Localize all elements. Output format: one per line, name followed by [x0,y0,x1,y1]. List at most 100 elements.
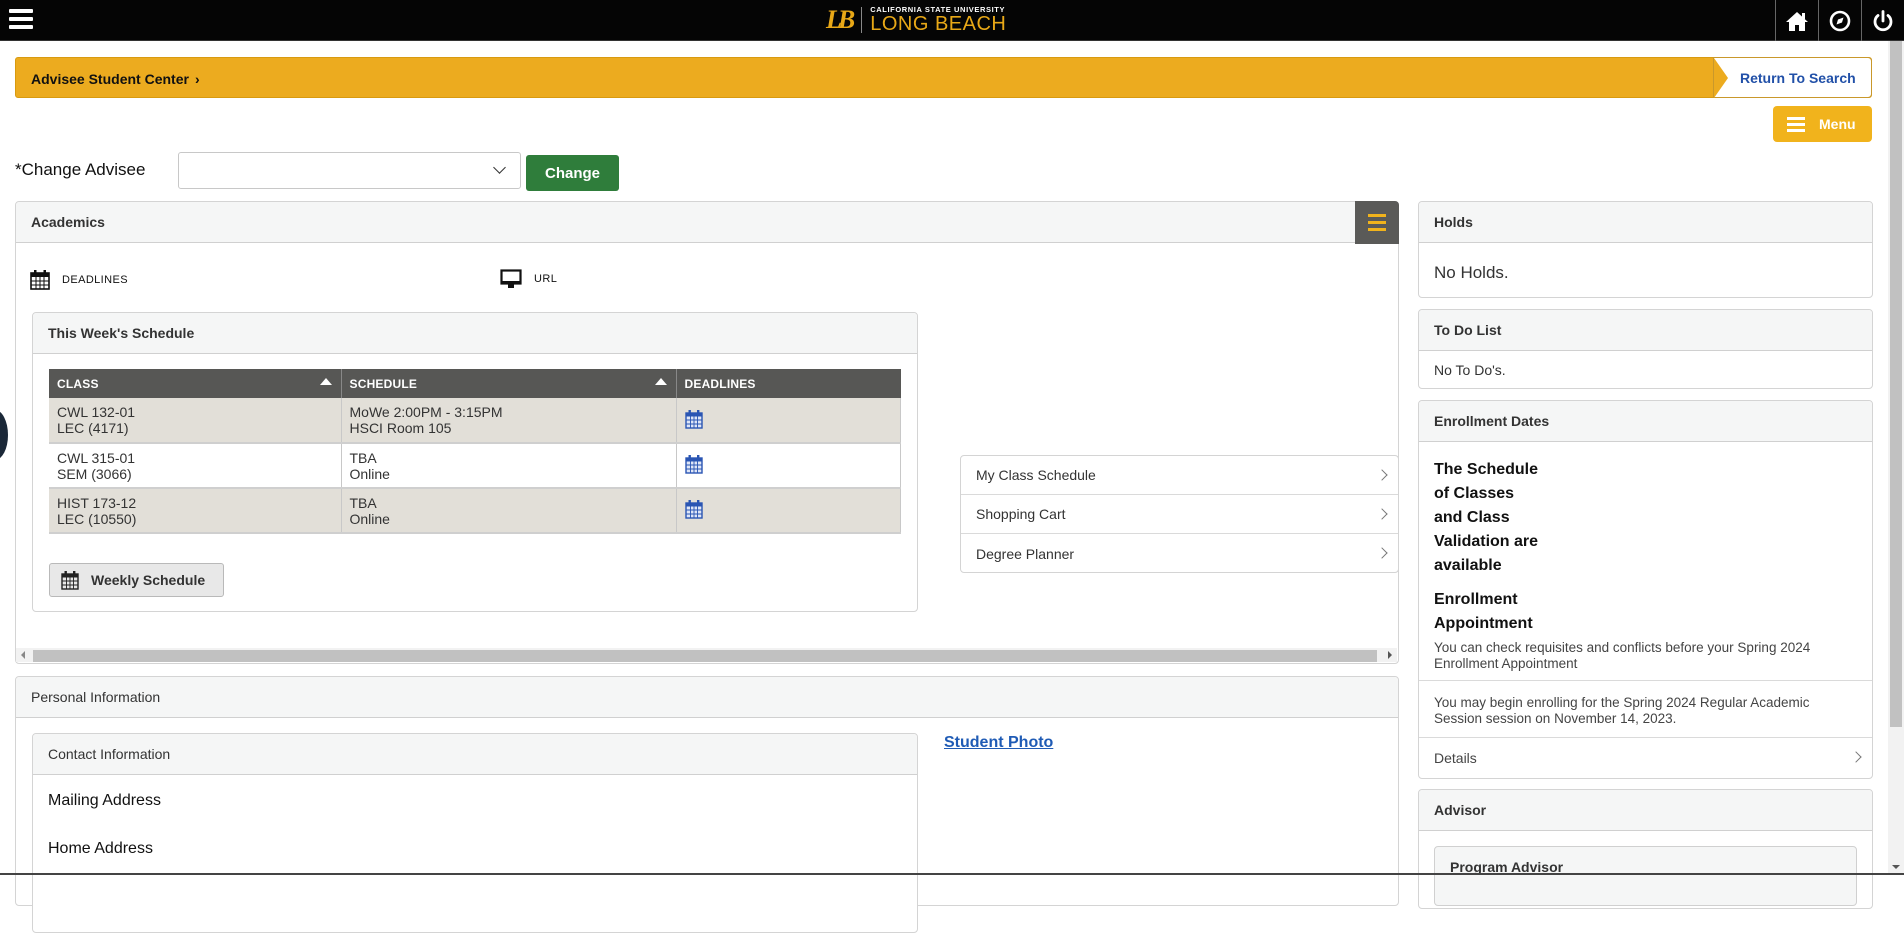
this-weeks-schedule-panel: This Week's Schedule CLASS SCHEDULE DEAD… [32,312,918,612]
enrollment-appointment-heading: Enrollment Appointment [1434,591,1533,632]
student-photo-link[interactable]: Student Photo [944,734,1053,752]
contact-information-panel: Contact Information Mailing Address Home… [32,733,918,933]
academics-quick-links: My Class Schedule Shopping Cart Degree P… [960,455,1399,573]
logo-monogram: LB [826,5,855,34]
change-button[interactable]: Change [526,155,619,191]
contact-information-title: Contact Information [33,734,917,775]
details-label: Details [1434,749,1477,766]
academics-horizontal-scrollbar[interactable] [16,648,1397,662]
calendar-icon[interactable] [684,454,703,474]
chevron-right-icon [1850,751,1862,763]
power-icon [1873,9,1893,31]
academics-panel: Academics DEADLINES URL This Week's Sche… [15,201,1399,664]
enrollment-details-link[interactable]: Details [1419,738,1872,777]
calendar-icon[interactable] [684,409,703,429]
side-panel-toggle[interactable] [0,410,8,460]
top-navigation-bar: LB CALIFORNIA STATE UNIVERSITY LONG BEAC… [0,0,1904,41]
url-link-label: URL [534,273,558,285]
chevron-down-icon [493,161,506,174]
deadlines-cell [676,443,901,489]
scroll-right-arrow-icon[interactable] [1388,651,1392,659]
personal-information-title: Personal Information [16,677,1398,718]
chevron-right-icon: › [194,71,200,87]
deadlines-cell [676,488,901,534]
home-address-label: Home Address [48,840,153,857]
to-do-list-panel: To Do List No To Do's. [1418,309,1873,389]
home-button[interactable] [1775,0,1818,41]
sort-ascending-icon [319,378,332,385]
column-header-class[interactable]: CLASS [49,369,342,398]
logo-divider [861,7,863,33]
breadcrumb-label: Advisee Student Center [31,71,189,87]
logo-campus-line: LONG BEACH [870,13,1007,36]
deadlines-cell [676,398,901,444]
program-advisor-panel: Program Advisor [1434,846,1857,906]
navigator-button[interactable] [1818,0,1861,41]
scroll-left-arrow-icon[interactable] [21,651,25,659]
table-row: CWL 315-01 SEM (3066) TBA Online [49,443,901,489]
schedule-cell: MoWe 2:00PM - 3:15PM HSCI Room 105 [341,398,677,444]
enrollment-dates-title: Enrollment Dates [1419,401,1872,442]
schedule-availability-notice: The Schedule of Classes and Class Valida… [1434,461,1539,574]
sort-ascending-icon [654,378,667,385]
holds-text: No Holds. [1434,263,1509,282]
chevron-right-icon [1376,508,1388,520]
menu-lines-icon [1787,114,1805,135]
calendar-icon [61,571,79,590]
url-link[interactable]: URL [500,269,557,289]
page-vertical-scrollbar[interactable] [1888,41,1904,875]
advisor-title: Advisor [1419,790,1872,831]
quick-link-my-class-schedule[interactable]: My Class Schedule [961,456,1398,495]
personal-information-panel: Personal Information Contact Information… [15,676,1399,933]
academics-menu-button[interactable] [1355,201,1399,244]
menu-button[interactable]: Menu [1773,106,1872,142]
column-header-deadlines: DEADLINES [676,369,901,398]
table-row: HIST 173-12 LEC (10550) TBA Online [49,488,901,534]
university-logo[interactable]: LB CALIFORNIA STATE UNIVERSITY LONG BEAC… [826,5,1006,35]
chevron-right-icon [1376,547,1388,559]
class-cell: CWL 315-01 SEM (3066) [49,443,342,489]
return-arrow-shape [1714,58,1728,98]
holds-title: Holds [1419,202,1872,243]
to-do-list-text: No To Do's. [1434,362,1506,378]
chevron-right-icon [1376,469,1388,481]
table-row: CWL 132-01 LEC (4171) MoWe 2:00PM - 3:15P… [49,398,901,444]
change-advisee-label: *Change Advisee [15,160,146,179]
academics-title: Academics [16,202,1398,243]
deadlines-link[interactable]: DEADLINES [30,269,128,290]
return-to-search-button[interactable]: Return To Search [1713,57,1872,98]
calendar-icon[interactable] [684,499,703,519]
holds-panel: Holds No Holds. [1418,201,1873,298]
breadcrumb-advisee-student-center[interactable]: Advisee Student Center › [31,71,200,87]
schedule-table: CLASS SCHEDULE DEADLINES CWL 132-01 LEC (… [49,369,901,534]
schedule-table-header: CLASS SCHEDULE DEADLINES [49,369,901,398]
advisee-select[interactable] [178,152,521,189]
class-cell: CWL 132-01 LEC (4171) [49,398,342,444]
to-do-list-title: To Do List [1419,310,1872,351]
enrollment-appointment-text: You can check requisites and conflicts b… [1419,636,1872,681]
hamburger-menu-icon[interactable] [9,9,33,31]
deadlines-link-label: DEADLINES [62,273,128,286]
navigator-icon [1829,10,1851,31]
scroll-down-arrow-icon[interactable] [1892,865,1900,869]
schedule-cell: TBA Online [341,488,677,534]
quick-link-shopping-cart[interactable]: Shopping Cart [961,495,1398,534]
logo-university-line: CALIFORNIA STATE UNIVERSITY [870,4,1006,14]
enrollment-dates-panel: Enrollment Dates The Schedule of Classes… [1418,400,1873,779]
home-icon [1786,11,1808,31]
quick-link-degree-planner[interactable]: Degree Planner [961,534,1398,573]
mailing-address-label: Mailing Address [48,792,161,809]
schedule-cell: TBA Online [341,443,677,489]
advisor-panel: Advisor Program Advisor [1418,789,1873,909]
return-to-search-label: Return To Search [1740,70,1856,86]
column-header-schedule[interactable]: SCHEDULE [341,369,677,398]
calendar-icon [30,270,50,290]
monitor-icon [500,269,522,288]
weekly-schedule-button[interactable]: Weekly Schedule [49,563,224,597]
sign-out-button[interactable] [1861,0,1904,41]
horizontal-scroll-thumb[interactable] [33,650,1377,662]
weekly-schedule-label: Weekly Schedule [91,572,206,588]
enrollment-start-text: You may begin enrolling for the Spring 2… [1419,681,1872,738]
vertical-scroll-thumb[interactable] [1890,41,1902,727]
this-weeks-schedule-title: This Week's Schedule [33,313,917,354]
